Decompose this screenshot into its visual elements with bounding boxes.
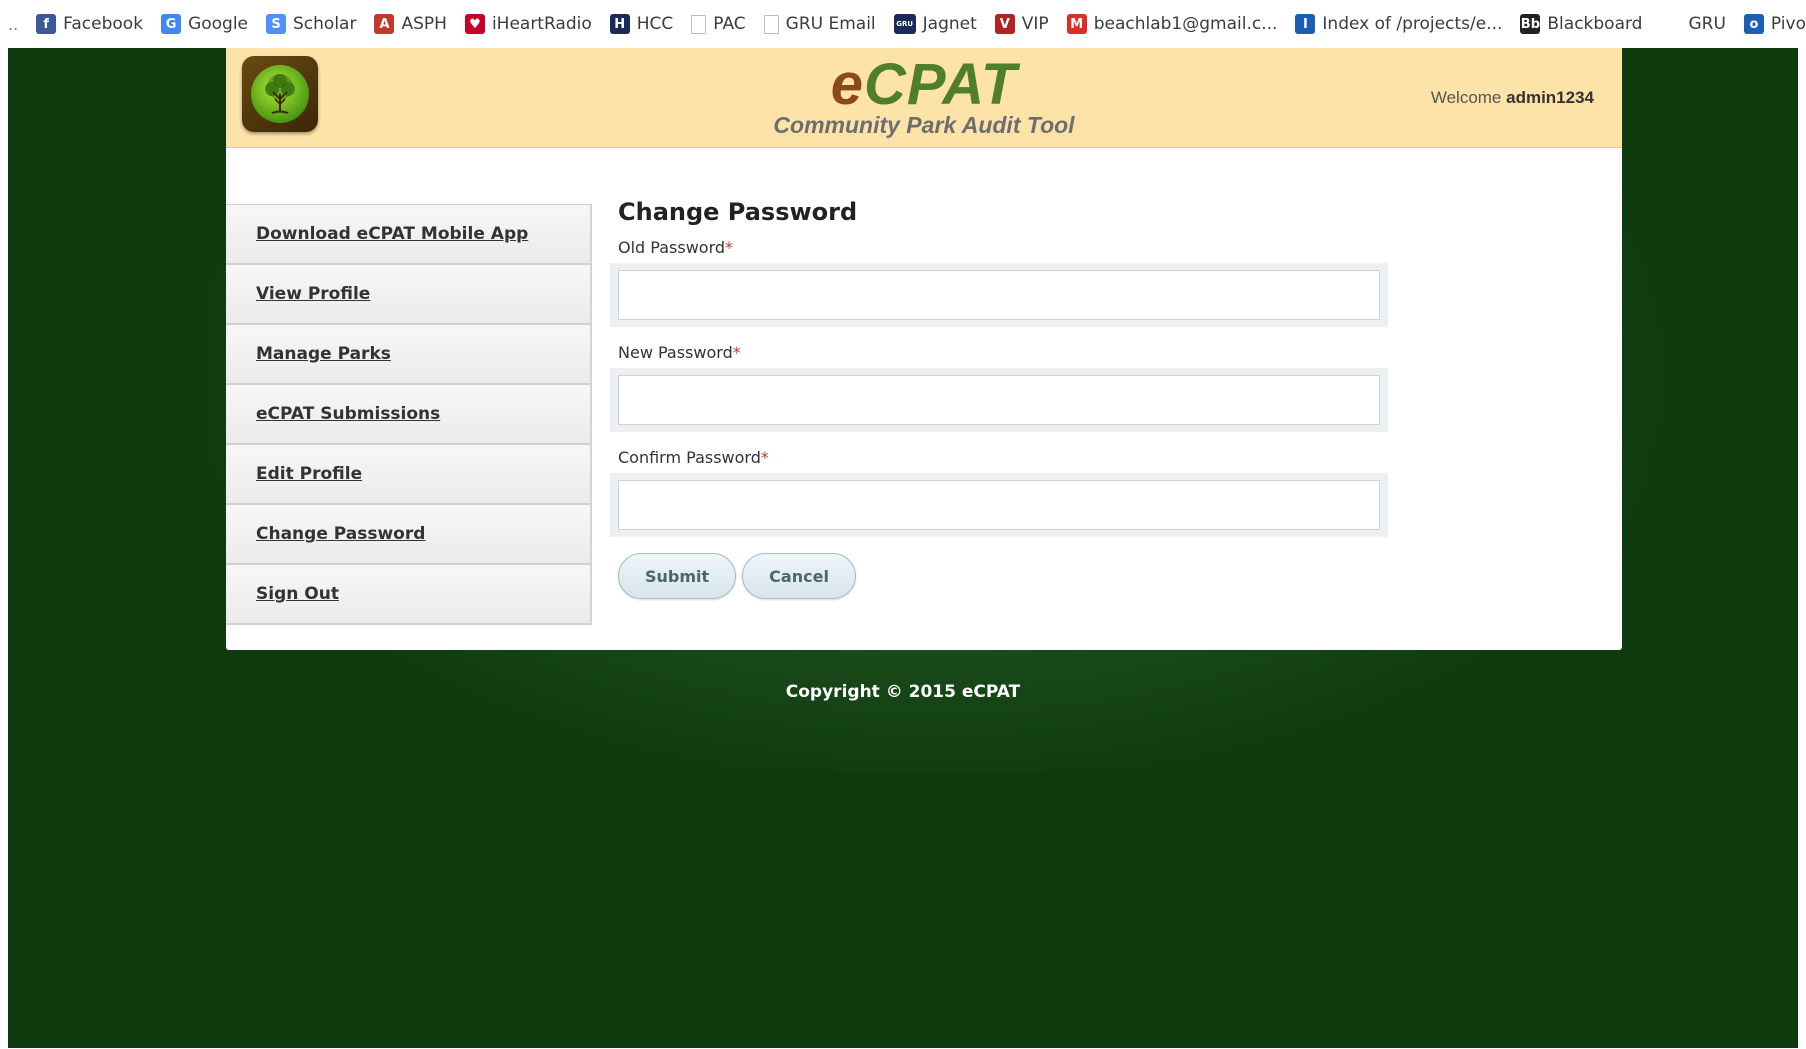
brand-title: eCPAT bbox=[226, 54, 1622, 116]
bookmark-label: Facebook bbox=[63, 14, 144, 34]
bookmarks-list: f Facebook G Google S Scholar A ASPH ♥ iHeartRadi… bbox=[36, 14, 1806, 34]
form-buttons: Submit Cancel bbox=[618, 553, 1418, 599]
gmail-icon: M bbox=[1066, 14, 1087, 34]
old-password-label-text: Old Password bbox=[618, 238, 726, 257]
change-password-form: Change Password Old Password* New Passwor… bbox=[610, 198, 1418, 599]
bookmark-gru[interactable]: GRU bbox=[1688, 14, 1725, 34]
bookmark-scholar[interactable]: S Scholar bbox=[266, 14, 356, 34]
brand-title-e: e bbox=[830, 52, 864, 117]
bookmark-blackboard[interactable]: Bb Blackboard bbox=[1520, 14, 1642, 34]
bookmark-hcc[interactable]: H HCC bbox=[609, 14, 674, 34]
bookmark-label: ASPH bbox=[401, 14, 447, 34]
bookmark-label: HCC bbox=[636, 14, 674, 34]
asph-icon: A bbox=[374, 14, 395, 34]
bookmark-label: GRU bbox=[1688, 14, 1726, 34]
bookmarks-overflow[interactable]: .. bbox=[8, 15, 18, 34]
bookmark-jagnet[interactable]: GRU Jagnet bbox=[893, 14, 977, 34]
vip-icon: V bbox=[994, 14, 1015, 34]
bookmark-pivot[interactable]: o Pivot bbox=[1743, 14, 1806, 34]
bookmark-facebook[interactable]: f Facebook bbox=[36, 14, 143, 34]
bookmark-vip[interactable]: V VIP bbox=[994, 14, 1049, 34]
bookmark-google[interactable]: G Google bbox=[161, 14, 248, 34]
google-icon: G bbox=[161, 14, 182, 34]
sidebar-item-manage-parks[interactable]: Manage Parks bbox=[226, 325, 592, 385]
confirm-password-label: Confirm Password* bbox=[618, 448, 1418, 467]
sidebar-item-label[interactable]: Manage Parks bbox=[256, 344, 391, 364]
bookmark-label: Google bbox=[188, 14, 249, 34]
bookmark-label: beachlab1@gmail.c... bbox=[1093, 14, 1278, 34]
footer-copyright: Copyright © 2015 eCPAT bbox=[785, 682, 1021, 702]
sidebar-item-label[interactable]: Sign Out bbox=[256, 584, 339, 604]
required-marker: * bbox=[760, 448, 769, 467]
page-viewport: eCPAT Community Park Audit Tool Welcome … bbox=[8, 48, 1798, 1048]
sidebar-item-label[interactable]: Download eCPAT Mobile App bbox=[256, 224, 528, 244]
cancel-button[interactable]: Cancel bbox=[742, 553, 856, 599]
form-title: Change Password bbox=[618, 198, 858, 226]
page-icon bbox=[691, 14, 707, 34]
bookmark-label: Jagnet bbox=[922, 14, 977, 34]
bookmark-label: Index of /projects/e... bbox=[1322, 14, 1503, 34]
welcome-prefix: Welcome bbox=[1430, 88, 1507, 107]
bookmark-label: Blackboard bbox=[1547, 14, 1643, 34]
bookmark-beachlab1-gmail-c[interactable]: Mbeachlab1@gmail.c... bbox=[1066, 14, 1278, 34]
form-fields: Old Password* New Password* Confirm Passwo… bbox=[610, 238, 1418, 537]
confirm-password-label-text: Confirm Password bbox=[618, 448, 761, 467]
bookmark-gru-email[interactable]: GRU Email bbox=[763, 14, 876, 34]
new-password-field-wrapper bbox=[610, 368, 1388, 432]
bookmark-label: PAC bbox=[713, 14, 746, 34]
bookmark-iheartradio[interactable]: ♥ iHeartRadio bbox=[464, 14, 592, 34]
index-icon: I bbox=[1295, 14, 1316, 34]
bookmark-asph[interactable]: A ASPH bbox=[374, 14, 447, 34]
bookmark-index-of-projects-e[interactable]: I Index of /projects/e... bbox=[1295, 14, 1502, 34]
page-icon bbox=[763, 14, 779, 34]
brand-subtitle: Community Park Audit Tool bbox=[773, 112, 1075, 138]
new-password-label-text: New Password bbox=[618, 343, 733, 362]
sidebar-item-label[interactable]: Change Password bbox=[256, 524, 425, 544]
sidebar-item-download-app[interactable]: Download eCPAT Mobile App bbox=[226, 205, 592, 265]
sidebar-item-submissions[interactable]: eCPAT Submissions bbox=[226, 385, 592, 445]
page-container: eCPAT Community Park Audit Tool Welcome … bbox=[226, 48, 1622, 650]
confirm-password-field-wrapper bbox=[610, 473, 1388, 537]
brand: eCPAT Community Park Audit Tool bbox=[226, 54, 1622, 139]
submit-button[interactable]: Submit bbox=[618, 553, 737, 599]
pivot-icon: o bbox=[1743, 14, 1764, 34]
confirm-password-input[interactable] bbox=[618, 480, 1380, 530]
site-header: eCPAT Community Park Audit Tool Welcome … bbox=[226, 48, 1622, 148]
bookmark-label: GRU Email bbox=[785, 14, 876, 34]
brand-title-rest: CPAT bbox=[863, 52, 1018, 117]
sidebar-item-change-password[interactable]: Change Password bbox=[226, 505, 592, 565]
sidebar-item-view-profile[interactable]: View Profile bbox=[226, 265, 592, 325]
bookmark-label: VIP bbox=[1021, 14, 1049, 34]
new-password-input[interactable] bbox=[618, 375, 1380, 425]
new-password-label: New Password* bbox=[618, 343, 1418, 362]
sidebar-nav: Download eCPAT Mobile App View Profile Man… bbox=[226, 204, 592, 625]
required-marker: * bbox=[725, 238, 734, 257]
sidebar-item-sign-out[interactable]: Sign Out bbox=[226, 565, 592, 625]
iheartradio-icon: ♥ bbox=[464, 14, 485, 34]
blackboard-icon: Bb bbox=[1520, 14, 1541, 34]
welcome-text: Welcome admin1234 bbox=[1431, 88, 1594, 108]
bookmarks-bar: .. f Facebook G Google S Scholar A ASPH ♥ iHeartR… bbox=[0, 0, 1806, 48]
scholar-icon: S bbox=[266, 14, 287, 34]
sidebar-item-label[interactable]: Edit Profile bbox=[256, 464, 362, 484]
old-password-field-wrapper bbox=[610, 263, 1388, 327]
bookmark-label: Scholar bbox=[293, 14, 357, 34]
sidebar-item-label[interactable]: View Profile bbox=[256, 284, 370, 304]
facebook-icon: f bbox=[36, 14, 57, 34]
gru-icon: GRU bbox=[893, 14, 916, 34]
bookmark-label: Pivot bbox=[1770, 14, 1806, 34]
bookmark-label: iHeartRadio bbox=[491, 14, 592, 34]
old-password-input[interactable] bbox=[618, 270, 1380, 320]
sidebar-item-label[interactable]: eCPAT Submissions bbox=[256, 404, 440, 424]
old-password-label: Old Password* bbox=[618, 238, 1418, 257]
hcc-icon: H bbox=[609, 14, 630, 34]
sidebar-item-edit-profile[interactable]: Edit Profile bbox=[226, 445, 592, 505]
bookmark-pac[interactable]: PAC bbox=[691, 14, 746, 34]
username: admin1234 bbox=[1506, 88, 1594, 107]
required-marker: * bbox=[732, 343, 741, 362]
